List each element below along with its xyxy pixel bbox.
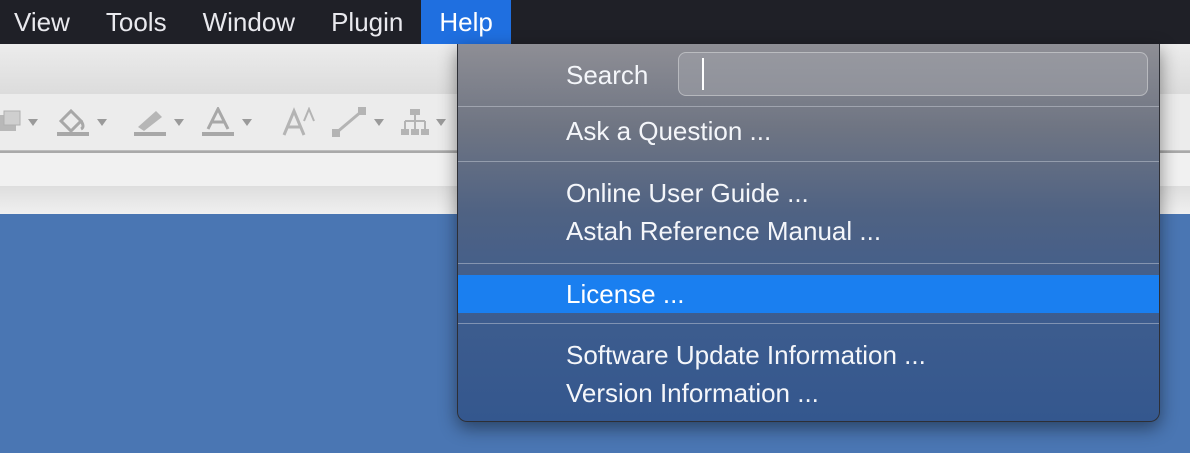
font-color-tool[interactable] bbox=[200, 107, 252, 137]
line-color-icon bbox=[132, 107, 168, 137]
search-input[interactable] bbox=[678, 52, 1148, 96]
chevron-down-icon bbox=[28, 118, 38, 126]
menu-bar: View Tools Window Plugin Help bbox=[0, 0, 1190, 44]
menu-plugin[interactable]: Plugin bbox=[313, 0, 421, 44]
paint-bucket-icon bbox=[55, 107, 91, 137]
menu-separator bbox=[458, 263, 1159, 264]
menu-separator bbox=[458, 161, 1159, 162]
menu-separator bbox=[458, 106, 1159, 107]
line-color-tool[interactable] bbox=[132, 108, 184, 136]
shape-fill-tool[interactable] bbox=[0, 108, 38, 136]
chevron-down-icon bbox=[374, 118, 384, 126]
menu-item-online-user-guide[interactable]: Online User Guide ... bbox=[458, 174, 1159, 212]
menu-help[interactable]: Help bbox=[421, 0, 511, 44]
font-size-icon bbox=[282, 107, 318, 137]
text-cursor bbox=[702, 58, 704, 90]
shape-fill-icon bbox=[0, 109, 22, 135]
chevron-down-icon bbox=[242, 118, 252, 126]
menu-item-astah-reference-manual[interactable]: Astah Reference Manual ... bbox=[458, 212, 1159, 250]
search-label: Search bbox=[566, 60, 649, 90]
tree-layout-icon bbox=[400, 107, 430, 137]
chevron-down-icon bbox=[174, 118, 184, 126]
menu-tools[interactable]: Tools bbox=[88, 0, 185, 44]
menu-view[interactable]: View bbox=[0, 0, 88, 44]
tree-layout-tool[interactable] bbox=[400, 108, 446, 136]
connector-tool[interactable] bbox=[332, 107, 384, 137]
fill-color-tool[interactable] bbox=[55, 108, 107, 136]
menu-separator bbox=[458, 323, 1159, 324]
menu-window[interactable]: Window bbox=[185, 0, 313, 44]
menu-item-version-information[interactable]: Version Information ... bbox=[458, 374, 1159, 412]
chevron-down-icon bbox=[97, 118, 107, 126]
menu-item-license[interactable]: License ... bbox=[458, 275, 1159, 313]
font-size-tool[interactable] bbox=[282, 107, 318, 137]
chevron-down-icon bbox=[436, 118, 446, 126]
menu-item-software-update-information[interactable]: Software Update Information ... bbox=[458, 336, 1159, 374]
menu-item-ask-question[interactable]: Ask a Question ... bbox=[458, 112, 1159, 150]
connector-icon bbox=[332, 107, 368, 137]
font-color-icon bbox=[200, 107, 236, 137]
help-menu-dropdown: Search Ask a Question ... Online User Gu… bbox=[457, 44, 1160, 422]
diagram-canvas[interactable] bbox=[0, 214, 457, 453]
